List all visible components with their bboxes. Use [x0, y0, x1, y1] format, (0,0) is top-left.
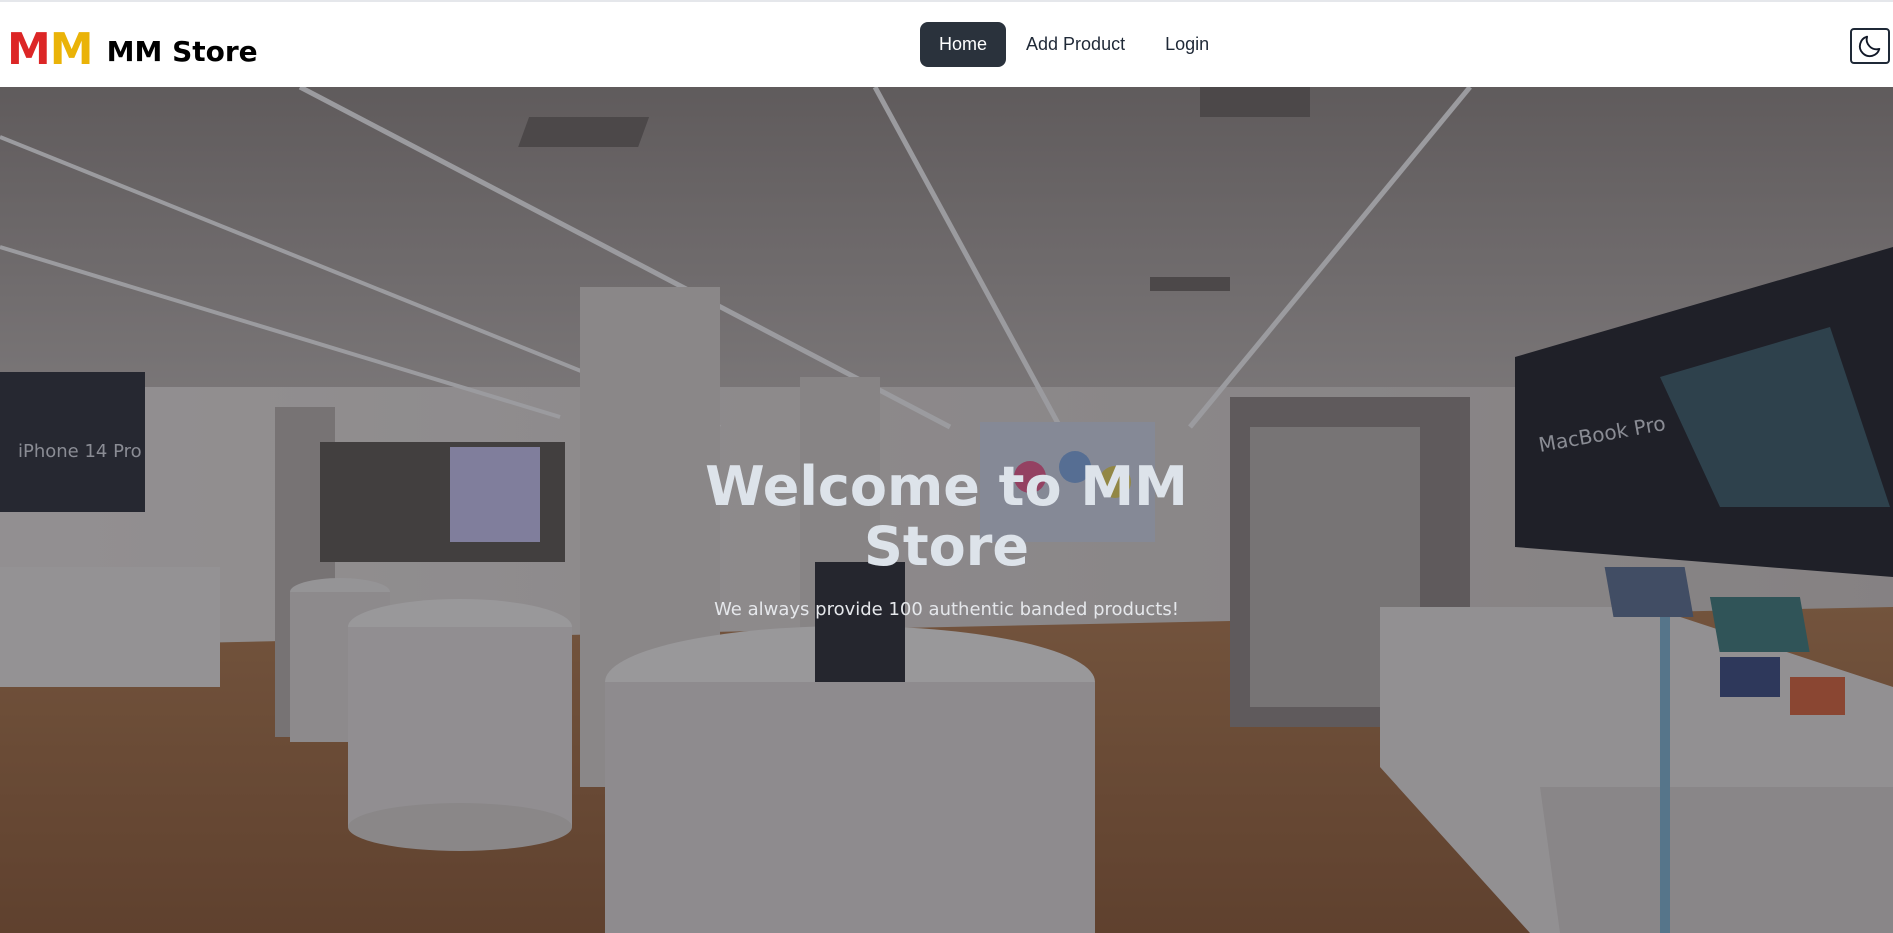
- nav-login-link[interactable]: Login: [1145, 22, 1229, 67]
- logo-letter-red: M: [7, 24, 51, 75]
- theme-toggle-button[interactable]: [1850, 28, 1890, 64]
- hero-title: Welcome to MM Store: [705, 455, 1188, 578]
- nav-add-product-link[interactable]: Add Product: [1006, 22, 1145, 67]
- hero-subtitle: We always provide 100 authentic banded p…: [714, 599, 1179, 620]
- brand-name[interactable]: MM Store: [107, 34, 258, 66]
- moon-icon: [1858, 35, 1881, 58]
- navbar: M M MM Store Home Add Product Login: [0, 2, 1893, 87]
- logo[interactable]: M M: [7, 24, 94, 75]
- main-nav: Home Add Product Login: [920, 22, 1229, 67]
- hero-content: Welcome to MM Store We always provide 10…: [0, 455, 1893, 621]
- brand[interactable]: M M MM Store: [7, 26, 258, 74]
- nav-home-button[interactable]: Home: [920, 22, 1007, 67]
- logo-letter-yellow: M: [49, 24, 94, 75]
- hero-section: iPhone 14 Pro MacBook Pro Welcome to MM …: [0, 87, 1893, 933]
